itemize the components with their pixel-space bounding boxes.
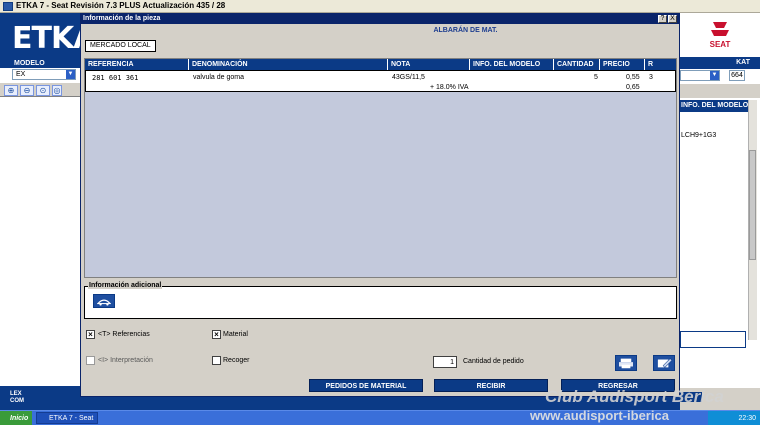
part-info-dialog: Información de la pieza ? X ALBARÁN DE M… xyxy=(80,13,680,397)
help-button[interactable]: ? xyxy=(658,15,667,23)
interpretacion-checkbox[interactable] xyxy=(86,356,95,365)
right-cell-value: LCH9+1G3 xyxy=(681,132,717,139)
taskbar-clock: 22:30 xyxy=(708,411,760,425)
info-adicional-box xyxy=(84,286,677,319)
seat-logo-icon: SEAT xyxy=(710,22,731,49)
cell-nota: 43GS/11,5 xyxy=(392,74,425,81)
right-scrollbar-thumb[interactable] xyxy=(749,150,756,260)
quantity-input[interactable]: 1 xyxy=(433,356,457,368)
right-toolbar xyxy=(680,84,760,98)
printer-icon[interactable] xyxy=(615,355,637,371)
zoom-toolbar: ⊕ ⊖ ⊙ ◎ xyxy=(0,83,80,97)
zoom-fit-icon[interactable]: ⊙ xyxy=(36,85,50,96)
window-title-bar: ETKA 7 - Seat Revisión 7.3 PLUS Actualiz… xyxy=(0,0,760,13)
cell-cantidad: 5 xyxy=(594,74,598,81)
window-title: ETKA 7 - Seat Revisión 7.3 PLUS Actualiz… xyxy=(16,1,226,10)
cell-denominacion: valvula de goma xyxy=(193,74,244,81)
tab-mercado-local[interactable]: MERCADO LOCAL xyxy=(85,40,156,52)
watermark-line1: Club Audisport Bérica xyxy=(545,387,724,406)
chevron-down-icon[interactable]: ▼ xyxy=(710,71,719,80)
lexcom-logo: LEX COM xyxy=(10,391,24,404)
right-input-box[interactable] xyxy=(680,331,746,348)
dialog-title-bar: Información de la pieza ? X xyxy=(81,14,679,24)
pedidos-material-button[interactable]: PEDIDOS DE MATERIAL xyxy=(309,379,423,392)
col-nota[interactable]: NOTA xyxy=(388,59,470,70)
zoom-in-icon[interactable]: ⊕ xyxy=(4,85,18,96)
referencias-label[interactable]: <T> Referencias xyxy=(98,331,150,338)
col-precio[interactable]: PRECIO xyxy=(600,59,645,70)
modelo-label: MODELO xyxy=(14,60,45,67)
dialog-subtitle: ALBARÁN DE MAT. xyxy=(433,27,498,34)
table-header: REFERENCIA DENOMINACIÓN NOTA INFO. DEL M… xyxy=(85,59,676,70)
cell-precio: 0,55 xyxy=(626,74,640,81)
col-referencia[interactable]: REFERENCIA xyxy=(85,59,189,70)
col-r[interactable]: R xyxy=(645,59,676,70)
right-column-header: INFO. DEL MODELO xyxy=(680,100,748,112)
start-button[interactable]: Inicio xyxy=(0,411,32,425)
chevron-down-icon[interactable]: ▼ xyxy=(66,70,75,79)
kat-value: 664 xyxy=(729,70,745,81)
material-checkbox[interactable]: × xyxy=(212,330,221,339)
car-diagram-icon[interactable] xyxy=(93,294,115,308)
modelo-select[interactable]: EX ▼ xyxy=(12,69,76,80)
dialog-title: Información de la pieza xyxy=(83,15,161,22)
recoger-checkbox[interactable] xyxy=(212,356,221,365)
table-row[interactable]: 281 601 361 valvula de goma 43GS/11,5 + … xyxy=(85,70,676,92)
cell-r: 3 xyxy=(649,74,653,81)
referencias-checkbox[interactable]: × xyxy=(86,330,95,339)
cell-referencia: 281 601 361 xyxy=(92,74,139,82)
recoger-label[interactable]: Recoger xyxy=(223,357,249,364)
col-denominacion[interactable]: DENOMINACIÓN xyxy=(189,59,388,70)
close-button[interactable]: X xyxy=(668,15,677,23)
material-label[interactable]: Material xyxy=(223,331,248,338)
modelo-value: EX xyxy=(16,71,26,78)
recibir-button[interactable]: RECIBIR xyxy=(434,379,548,392)
cell-precio-iva: 0,65 xyxy=(626,84,640,91)
zoom-out-icon[interactable]: ⊖ xyxy=(20,85,34,96)
edit-note-icon[interactable] xyxy=(653,355,675,371)
kat-label: KAT xyxy=(680,57,760,69)
taskbar-app-button[interactable]: ETKA 7 - Seat xyxy=(36,412,98,424)
zoom-area-icon[interactable]: ◎ xyxy=(52,85,62,96)
kat-select[interactable]: ▼ xyxy=(680,70,720,81)
watermark-line2: www.audisport-iberica xyxy=(530,408,669,423)
quantity-label: Cantidad de pedido xyxy=(463,358,524,365)
cell-nota-iva: + 18.0% IVA xyxy=(430,84,469,91)
info-adicional-label: Información adicional xyxy=(88,282,163,289)
parts-table: REFERENCIA DENOMINACIÓN NOTA INFO. DEL M… xyxy=(84,58,677,278)
interpretacion-label[interactable]: <I> Interpretación xyxy=(98,357,153,364)
seat-logo-text: SEAT xyxy=(710,40,731,49)
col-info-modelo[interactable]: INFO. DEL MODELO xyxy=(470,59,554,70)
col-cantidad[interactable]: CANTIDAD xyxy=(554,59,600,70)
left-pane: ETKA MODELO EX ▼ ⊕ ⊖ ⊙ ◎ LEX COM xyxy=(0,13,96,410)
etka-header: ETKA MODELO xyxy=(0,13,96,68)
app-icon xyxy=(3,2,13,11)
